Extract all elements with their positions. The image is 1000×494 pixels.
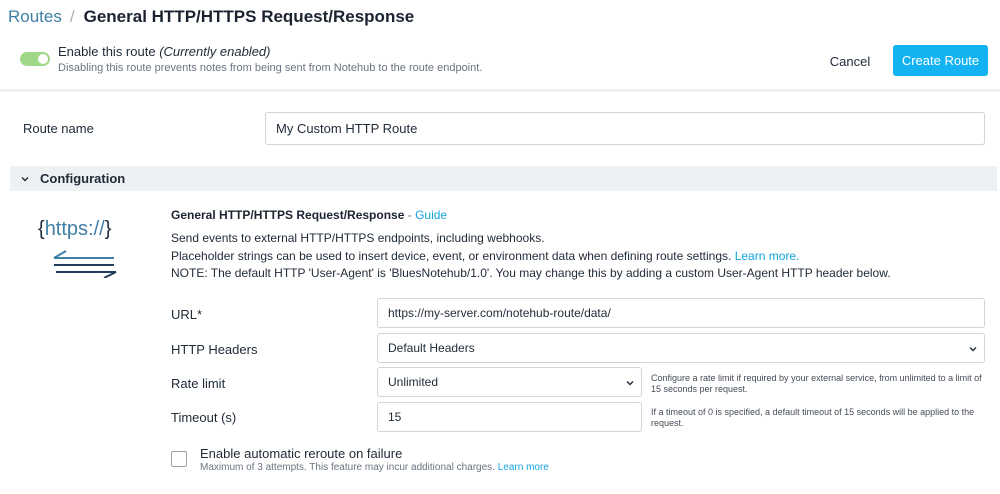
url-value: https://my-server.com/notehub-route/data… xyxy=(388,306,611,320)
create-route-button[interactable]: Create Route xyxy=(893,45,988,76)
enable-route-toggle[interactable] xyxy=(20,52,50,66)
url-input[interactable]: https://my-server.com/notehub-route/data… xyxy=(377,298,985,328)
http-headers-label: HTTP Headers xyxy=(171,342,258,357)
header-divider xyxy=(0,89,1000,92)
chevron-down-icon xyxy=(626,381,634,386)
auto-reroute-checkbox[interactable] xyxy=(171,451,187,467)
enable-route-status: (Currently enabled) xyxy=(159,44,271,59)
timeout-value: 15 xyxy=(388,410,402,424)
exchange-arrows-icon xyxy=(53,250,117,278)
enable-route-text: Enable this route xyxy=(58,44,156,59)
route-name-input[interactable] xyxy=(265,112,985,145)
placeholder-description: Placeholder strings can be used to inser… xyxy=(171,249,799,263)
service-title: General HTTP/HTTPS Request/Response - Gu… xyxy=(171,208,447,222)
logo-open-brace: { xyxy=(38,218,45,240)
service-title-text: General HTTP/HTTPS Request/Response xyxy=(171,208,405,222)
route-name-label: Route name xyxy=(23,121,94,136)
rate-limit-select[interactable]: Unlimited xyxy=(377,367,642,397)
enable-route-description: Disabling this route prevents notes from… xyxy=(58,62,483,74)
http-headers-select[interactable]: Default Headers xyxy=(377,333,985,363)
rate-limit-hint: Configure a rate limit if required by yo… xyxy=(651,373,982,394)
auto-reroute-description-text: Maximum of 3 attempts. This feature may … xyxy=(200,462,495,473)
placeholder-text: Placeholder strings can be used to inser… xyxy=(171,249,732,263)
enable-route-label: Enable this route (Currently enabled) xyxy=(58,44,270,59)
title-separator: - xyxy=(404,208,416,222)
service-description: Send events to external HTTP/HTTPS endpo… xyxy=(171,231,545,245)
timeout-hint: If a timeout of 0 is specified, a defaul… xyxy=(651,407,975,428)
toggle-knob xyxy=(38,54,48,64)
guide-link[interactable]: Guide xyxy=(415,208,447,222)
user-agent-note: NOTE: The default HTTP 'User-Agent' is '… xyxy=(171,266,891,280)
learn-more-link[interactable]: Learn more. xyxy=(735,249,800,263)
breadcrumb-separator: / xyxy=(69,7,75,26)
rate-limit-value: Unlimited xyxy=(388,375,439,389)
page-title: General HTTP/HTTPS Request/Response xyxy=(83,7,415,26)
url-label: URL* xyxy=(171,307,203,322)
timeout-input[interactable]: 15 xyxy=(377,402,642,432)
configuration-section-header[interactable]: Configuration xyxy=(10,166,997,191)
rate-limit-label: Rate limit xyxy=(171,376,226,391)
chevron-down-icon xyxy=(969,347,977,352)
reroute-learn-more-link[interactable]: Learn more xyxy=(498,462,549,473)
configuration-label: Configuration xyxy=(40,171,126,186)
breadcrumb: Routes / General HTTP/HTTPS Request/Resp… xyxy=(8,7,414,27)
http-headers-value: Default Headers xyxy=(388,341,475,355)
https-logo: {https://} xyxy=(38,218,111,241)
timeout-label: Timeout (s) xyxy=(171,410,237,425)
logo-https-text: https:// xyxy=(44,218,105,240)
auto-reroute-label: Enable automatic reroute on failure xyxy=(200,446,403,461)
logo-close-brace: } xyxy=(104,218,112,240)
chevron-down-icon xyxy=(20,174,30,184)
breadcrumb-routes-link[interactable]: Routes xyxy=(8,7,62,27)
auto-reroute-description: Maximum of 3 attempts. This feature may … xyxy=(200,462,549,473)
cancel-button[interactable]: Cancel xyxy=(820,46,880,76)
